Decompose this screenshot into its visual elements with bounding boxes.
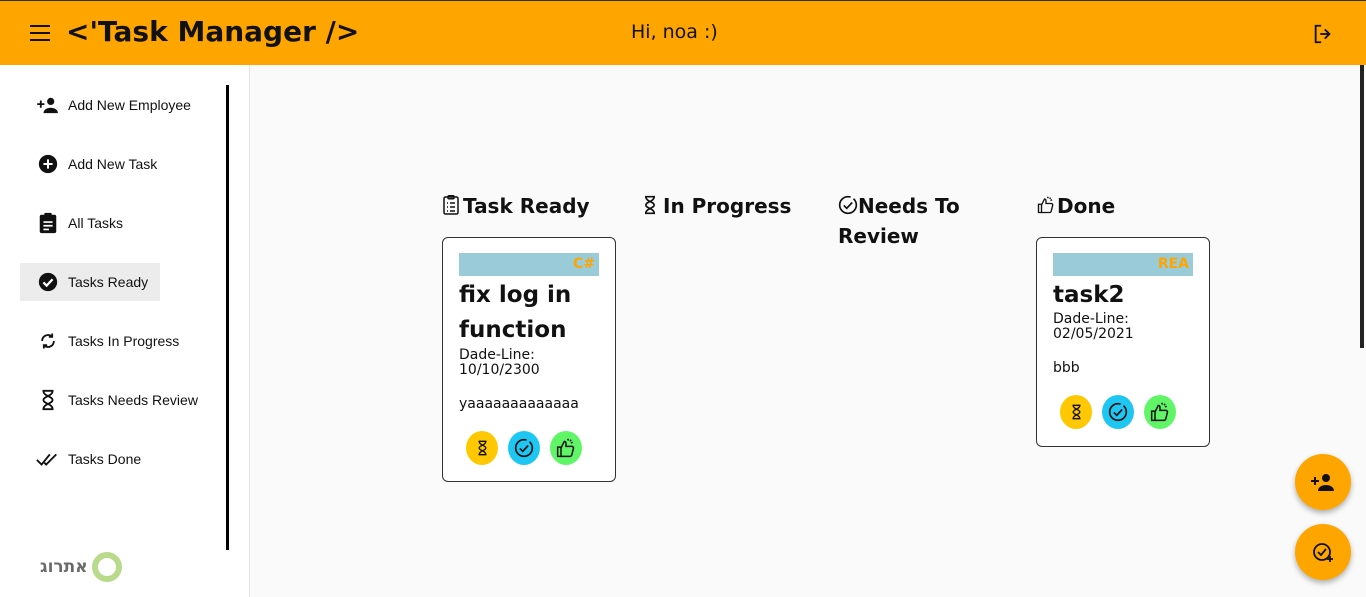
- logout-icon[interactable]: [1312, 23, 1334, 45]
- sidebar-item-tasks-needs-review[interactable]: Tasks Needs Review: [20, 381, 220, 419]
- move-to-review-button[interactable]: [1102, 395, 1134, 429]
- check-circle-outline-icon: [1108, 402, 1128, 422]
- task-tag: C#: [459, 253, 599, 276]
- sidebar-item-label: Add New Task: [68, 156, 158, 172]
- clipboard-icon: [36, 211, 60, 235]
- sidebar-item-label: Add New Employee: [68, 97, 191, 113]
- clipboard-list-icon: [443, 193, 461, 215]
- user-greeting: Hi, noa :): [631, 21, 718, 43]
- check-circle-outline-icon: [514, 438, 534, 458]
- task-description: bbb: [1053, 360, 1080, 376]
- check-circle-outline-icon: [838, 193, 858, 215]
- add-task-fab[interactable]: [1295, 524, 1351, 580]
- task-deadline: Dade-Line: 02/05/2021: [1053, 311, 1134, 342]
- sidebar-item-add-task[interactable]: Add New Task: [20, 145, 220, 183]
- task-description: yaaaaaaaaaaaaa: [459, 396, 579, 412]
- hourglass-icon: [1071, 404, 1081, 420]
- column-header-in-progress: In Progress: [643, 191, 791, 221]
- move-to-review-button[interactable]: [508, 431, 540, 465]
- move-to-in-progress-button[interactable]: [1060, 395, 1092, 429]
- thumbs-up-icon: [556, 438, 575, 458]
- add-employee-fab[interactable]: [1295, 454, 1351, 510]
- move-to-in-progress-button[interactable]: [466, 431, 498, 465]
- sidebar-item-label: Tasks Ready: [68, 274, 149, 290]
- task-tag: REA: [1053, 253, 1193, 276]
- hourglass-icon: [643, 193, 661, 215]
- thumbs-up-icon: [1150, 402, 1169, 422]
- move-to-done-button[interactable]: [1144, 395, 1176, 429]
- sidebar-item-label: Tasks Done: [68, 451, 142, 467]
- add-task-icon: [1313, 543, 1333, 562]
- sidebar-item-tasks-ready[interactable]: Tasks Ready: [20, 263, 160, 301]
- task-title: fix log in function: [459, 282, 572, 343]
- sidebar-item-label: Tasks Needs Review: [68, 392, 198, 408]
- top-app-bar: <'Task Manager /> Hi, noa :): [0, 0, 1366, 65]
- sync-icon: [36, 329, 60, 353]
- sidebar-item-label: All Tasks: [68, 215, 123, 231]
- hourglass-icon: [477, 440, 487, 456]
- page-scrollbar[interactable]: [1360, 65, 1364, 348]
- person-add-icon: [36, 93, 60, 117]
- sidebar-item-tasks-in-progress[interactable]: Tasks In Progress: [20, 322, 220, 360]
- check-circle-icon: [36, 270, 60, 294]
- app-title: <'Task Manager />: [66, 15, 360, 48]
- task-card[interactable]: REA task2 Dade-Line: 02/05/2021 bbb: [1036, 237, 1210, 447]
- sidebar-item-add-employee[interactable]: Add New Employee: [20, 86, 220, 124]
- brand-logo: אתרוג: [40, 552, 122, 582]
- menu-icon[interactable]: [30, 25, 50, 41]
- sidebar-item-all-tasks[interactable]: All Tasks: [20, 204, 220, 242]
- sidebar-item-label: Tasks In Progress: [68, 333, 180, 349]
- sidebar-item-tasks-done[interactable]: Tasks Done: [20, 440, 220, 478]
- add-circle-icon: [36, 152, 60, 176]
- column-header-done: Done: [1037, 191, 1115, 221]
- column-header-needs-review: Needs To Review: [838, 193, 960, 248]
- sidebar-scrollbar[interactable]: [226, 85, 229, 550]
- sidebar: Add New Employee Add New Task All Tasks …: [0, 65, 250, 597]
- column-header-task-ready: Task Ready: [443, 191, 590, 221]
- hourglass-icon: [36, 388, 60, 412]
- task-title: task2: [1053, 282, 1125, 308]
- logo-ring-icon: [91, 552, 122, 582]
- thumbs-up-icon: [1037, 193, 1055, 215]
- task-card[interactable]: C# fix log in function Dade-Line: 10/10/…: [442, 237, 616, 482]
- person-add-icon: [1311, 474, 1334, 491]
- task-deadline: Dade-Line: 10/10/2300: [459, 347, 540, 378]
- double-check-icon: [36, 447, 60, 471]
- move-to-done-button[interactable]: [550, 431, 582, 465]
